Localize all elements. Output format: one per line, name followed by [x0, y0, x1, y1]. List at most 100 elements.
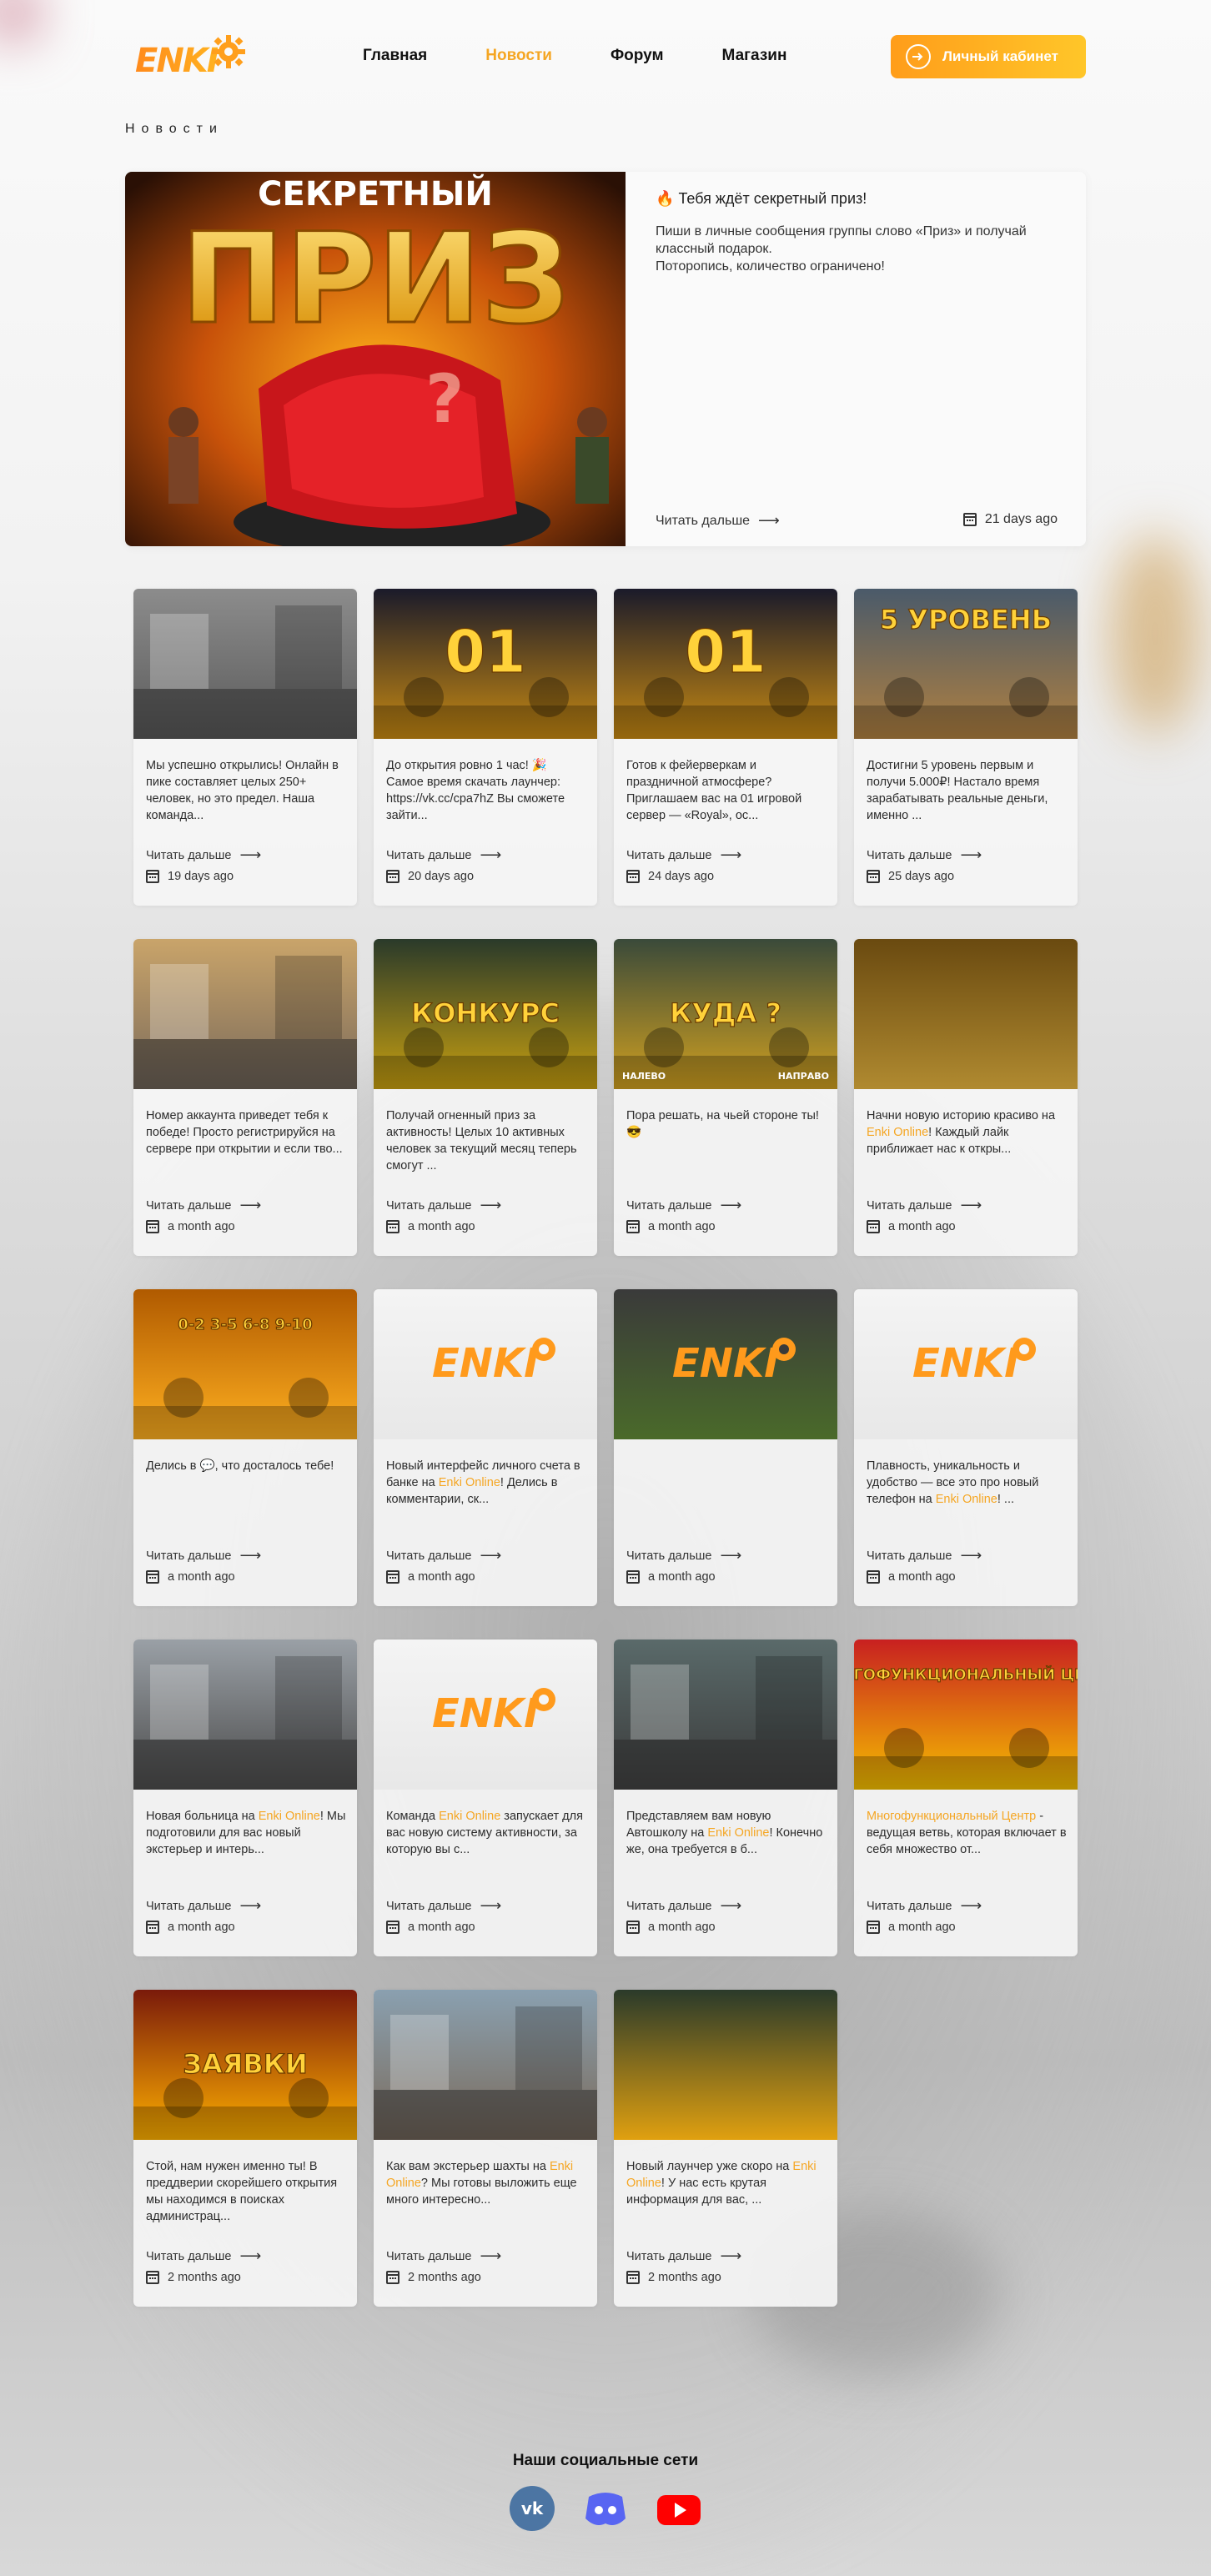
news-thumbnail[interactable]: 01 [374, 589, 597, 739]
calendar-icon [867, 1220, 880, 1233]
read-more-link[interactable]: Читать дальше ⟶ [626, 1197, 741, 1214]
news-thumbnail[interactable]: ENKI [614, 1289, 837, 1439]
discord-icon [585, 2493, 626, 2525]
social-links: vk [509, 2485, 702, 2532]
featured-headline: 🔥 Тебя ждёт секретный приз! [656, 190, 867, 207]
read-more-link[interactable]: Читать дальше ⟶ [867, 1547, 982, 1564]
arrow-right-icon: ⟶ [758, 512, 780, 529]
read-more-link[interactable]: Читать дальше ⟶ [146, 846, 261, 864]
news-date: a month ago [867, 1220, 956, 1233]
news-card[interactable]: 5 УРОВЕНЬ Достигни 5 уровень первым и пол… [854, 589, 1078, 906]
news-thumbnail[interactable]: МНОГОФУНКЦИОНАЛЬНЫЙ ЦЕНТР [854, 1640, 1078, 1790]
news-card[interactable]: Номер аккаунта приведет тебя к победе! П… [133, 939, 357, 1256]
nav-shop[interactable]: Магазин [722, 47, 787, 65]
svg-text:vk: vk [521, 2498, 544, 2518]
read-more-link[interactable]: Читать дальше ⟶ [386, 1547, 501, 1564]
news-thumbnail[interactable]: ENKI [854, 1289, 1078, 1439]
nav-forum[interactable]: Форум [611, 47, 664, 65]
news-thumbnail[interactable]: КОНКУРС [374, 939, 597, 1089]
read-more-link[interactable]: Читать дальше ⟶ [386, 1897, 501, 1915]
news-card[interactable]: КУДА ? НАЛЕВО НАПРАВО Пора решать, на чьей … [614, 939, 837, 1256]
read-more-link[interactable]: Читать дальше ⟶ [626, 1897, 741, 1915]
news-thumbnail[interactable] [133, 1640, 357, 1790]
news-card[interactable]: ENKI Плавность, уникальность и удобство —… [854, 1289, 1078, 1606]
arrow-right-icon: ⟶ [239, 2247, 262, 2264]
youtube-link[interactable] [656, 2485, 702, 2532]
highlight-link[interactable]: Enki Online [707, 1826, 769, 1840]
news-card[interactable]: КОНКУРС Получай огненный приз за активнос… [374, 939, 597, 1256]
arrow-right-icon: ⟶ [720, 1197, 742, 1213]
news-card[interactable]: Начни новую историю красиво на Enki Onli… [854, 939, 1078, 1256]
nav-news[interactable]: Новости [485, 47, 552, 65]
news-excerpt: Новый лаунчер уже скоро на Enki Online! … [626, 2160, 817, 2207]
news-card[interactable]: Новая больница на Enki Online! Мы подгот… [133, 1640, 357, 1956]
news-thumbnail[interactable] [374, 1990, 597, 2140]
news-card[interactable]: ENKI Новый интерфейс личного счета в банк… [374, 1289, 597, 1606]
nav-home[interactable]: Главная [363, 47, 427, 65]
news-card[interactable]: МНОГОФУНКЦИОНАЛЬНЫЙ ЦЕНТР Многофункционал… [854, 1640, 1078, 1956]
news-excerpt: Получай огненный приз за активность! Цел… [386, 1109, 577, 1173]
news-card[interactable]: Представляем вам новую Автошколу на Enki… [614, 1640, 837, 1956]
read-more-link[interactable]: Читать дальше ⟶ [146, 1547, 261, 1564]
read-more-link[interactable]: Читать дальше ⟶ [867, 846, 982, 864]
calendar-icon [867, 1921, 880, 1934]
news-card[interactable]: 0-2 3-5 6-8 9-10 Делись в 💬, что досталос… [133, 1289, 357, 1606]
highlight-link[interactable]: Enki Online [439, 1810, 500, 1823]
news-thumbnail[interactable] [614, 1990, 837, 2140]
news-card[interactable]: Как вам экстерьер шахты на Enki Online? … [374, 1990, 597, 2307]
highlight-link[interactable]: Enki Online [439, 1476, 500, 1489]
read-more-link[interactable]: Читать дальше ⟶ [386, 846, 501, 864]
news-thumbnail[interactable]: ЗАЯВКИ [133, 1990, 357, 2140]
thumbnail-caption: 01 [685, 618, 766, 686]
main-nav: Главная Новости Форум Магазин [363, 47, 786, 65]
read-more-link[interactable]: Читать дальше ⟶ [626, 846, 741, 864]
arrow-right-icon: ⟶ [720, 1897, 742, 1914]
featured-image[interactable]: СЕКРЕТНЫЙ ПРИЗ ? [125, 172, 626, 546]
calendar-icon [867, 870, 880, 883]
news-card[interactable]: ENKI Читать дальше ⟶ a month ago [614, 1289, 837, 1606]
news-excerpt: Достигни 5 уровень первым и получи 5.000… [867, 759, 1048, 822]
news-thumbnail[interactable]: ENKI [374, 1289, 597, 1439]
read-more-link[interactable]: Читать дальше ⟶ [626, 1547, 741, 1564]
highlight-link[interactable]: Enki Online [936, 1493, 997, 1506]
news-thumbnail[interactable] [133, 589, 357, 739]
news-date: a month ago [626, 1220, 716, 1233]
read-more-link[interactable]: Читать дальше ⟶ [867, 1897, 982, 1915]
highlight-link[interactable]: Enki Online [259, 1810, 320, 1823]
read-more-link[interactable]: Читать дальше ⟶ [146, 2247, 261, 2265]
news-thumbnail[interactable]: ENKI [374, 1640, 597, 1790]
news-thumbnail[interactable] [614, 1640, 837, 1790]
read-more-link[interactable]: Читать дальше ⟶ [146, 1197, 261, 1214]
news-card[interactable]: 01 Готов к фейерверкам и праздничной атмо… [614, 589, 837, 906]
featured-news[interactable]: СЕКРЕТНЫЙ ПРИЗ ? 🔥 Тебя ждёт секретный п… [125, 172, 1086, 546]
news-date: a month ago [867, 1921, 956, 1934]
news-card[interactable]: Мы успешно открылись! Онлайн в пике сост… [133, 589, 357, 906]
vk-link[interactable]: vk [509, 2485, 555, 2532]
news-thumbnail[interactable]: КУДА ? НАЛЕВО НАПРАВО [614, 939, 837, 1089]
news-card[interactable]: Новый лаунчер уже скоро на Enki Online! … [614, 1990, 837, 2307]
news-thumbnail[interactable]: 0-2 3-5 6-8 9-10 [133, 1289, 357, 1439]
news-thumbnail[interactable] [854, 939, 1078, 1089]
read-more-link[interactable]: Читать дальше ⟶ [146, 1897, 261, 1915]
highlight-link[interactable]: Enki Online [867, 1126, 928, 1139]
read-more-link[interactable]: Читать дальше ⟶ [386, 1197, 501, 1214]
news-thumbnail[interactable] [133, 939, 357, 1089]
news-excerpt: Многофункциональный Центр - ведущая ветв… [867, 1810, 1067, 1856]
news-thumbnail[interactable]: 01 [614, 589, 837, 739]
personal-cabinet-button[interactable]: Личный кабинет [891, 35, 1086, 78]
read-more-link[interactable]: Читать дальше ⟶ [386, 2247, 501, 2265]
news-card[interactable]: ЗАЯВКИ Стой, нам нужен именно ты! В предд… [133, 1990, 357, 2307]
calendar-icon [386, 1921, 399, 1934]
highlight-link[interactable]: Многофункциональный Центр [867, 1810, 1036, 1823]
site-logo[interactable]: ENKI [133, 33, 250, 80]
news-card[interactable]: ENKI Команда Enki Online запускает для ва… [374, 1640, 597, 1956]
discord-link[interactable] [582, 2485, 629, 2532]
news-excerpt: Команда Enki Online запускает для вас но… [386, 1810, 583, 1856]
read-more-link[interactable]: Читать дальше ⟶ [626, 2247, 741, 2265]
thumbnail-caption: 5 УРОВЕНЬ [880, 604, 1052, 635]
arrow-right-icon: ⟶ [480, 1897, 502, 1914]
news-card[interactable]: 01 До открытия ровно 1 час! 🎉 Самое время… [374, 589, 597, 906]
featured-read-more[interactable]: Читать дальше ⟶ [656, 512, 780, 530]
news-thumbnail[interactable]: 5 УРОВЕНЬ [854, 589, 1078, 739]
read-more-link[interactable]: Читать дальше ⟶ [867, 1197, 982, 1214]
